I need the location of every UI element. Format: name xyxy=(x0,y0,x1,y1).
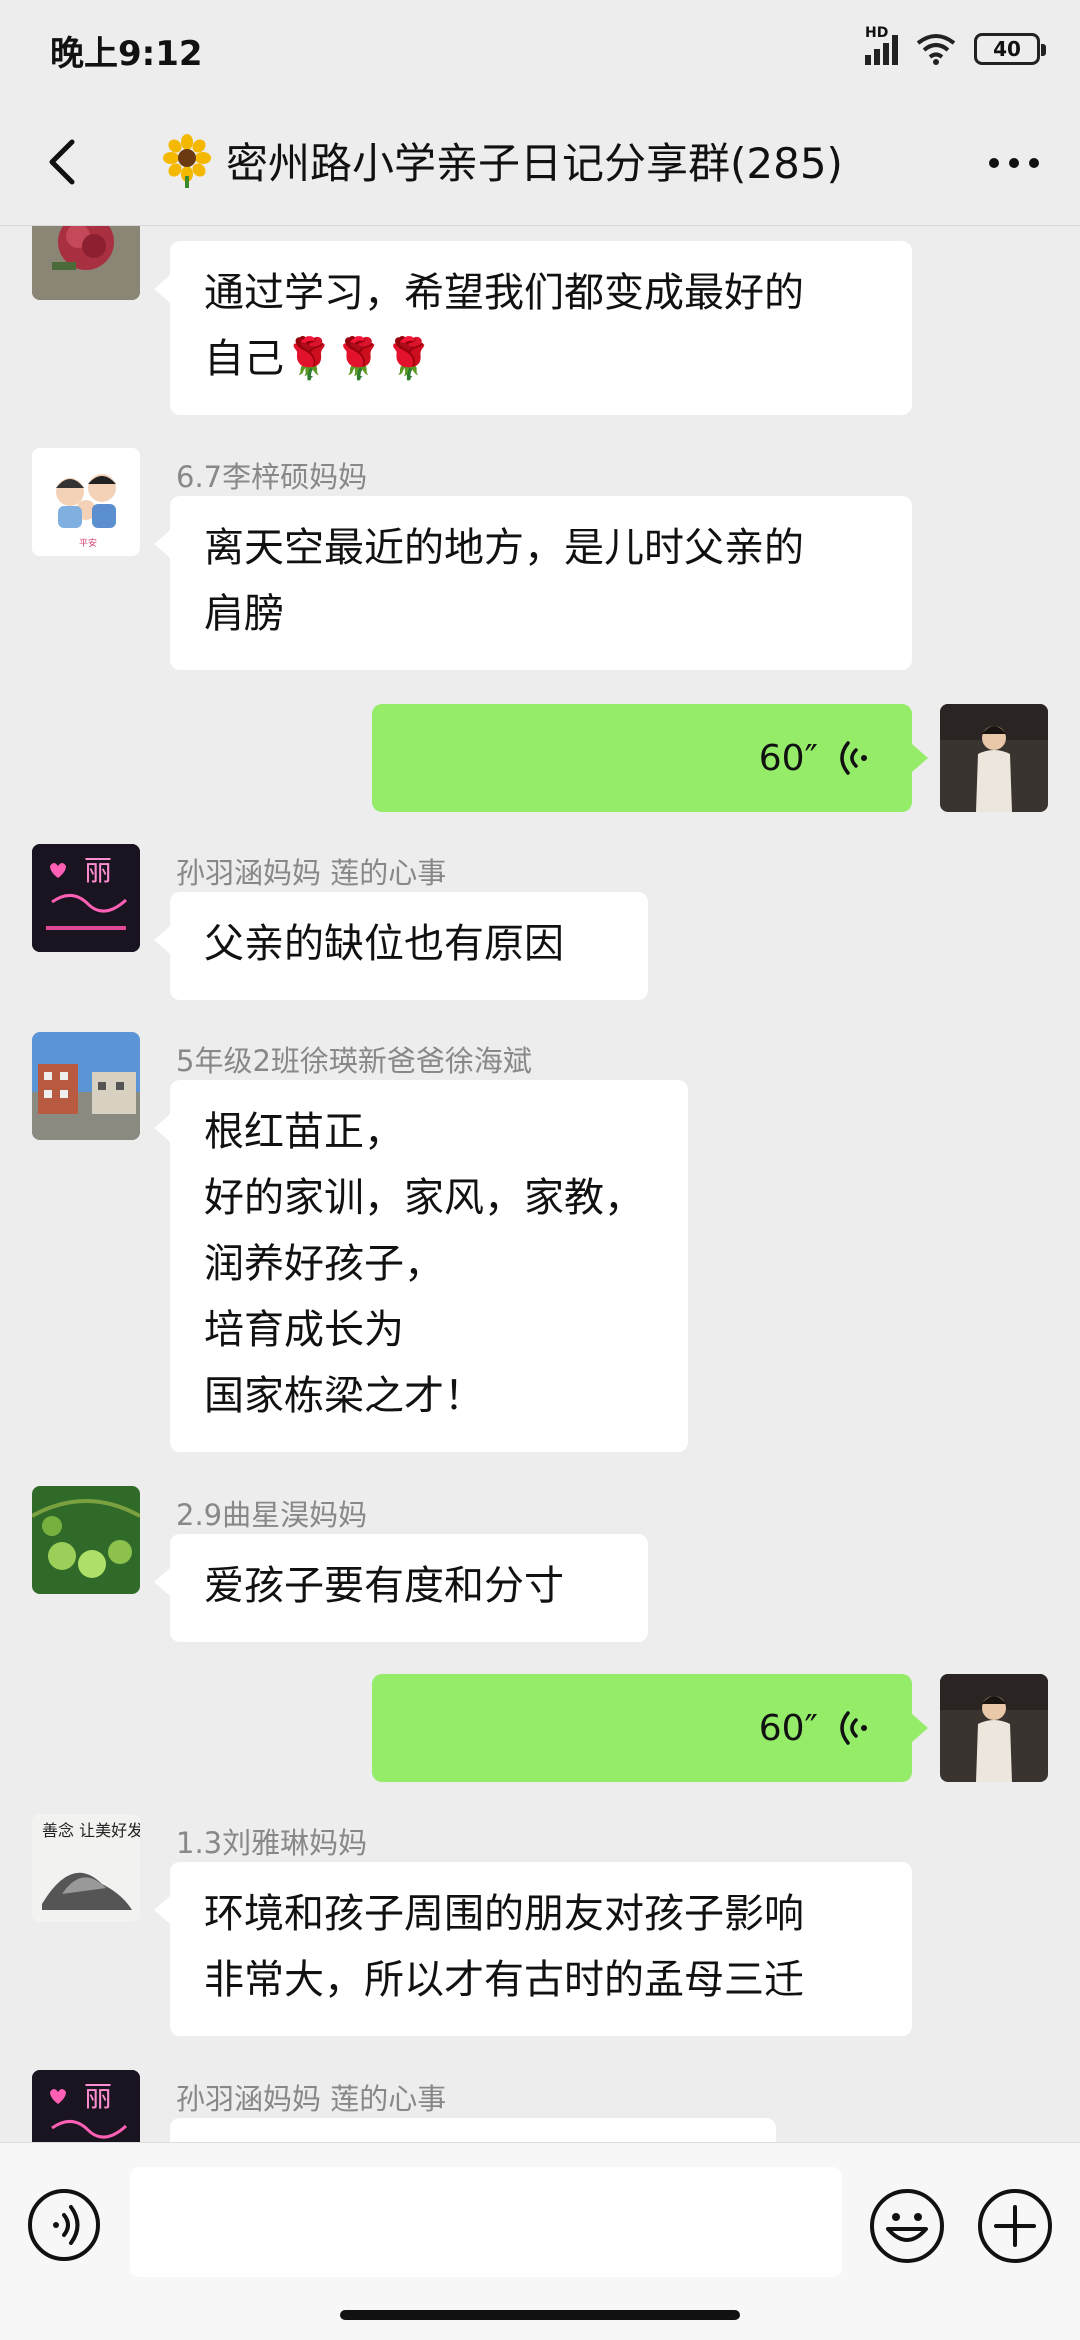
avatar-caption: 平安 xyxy=(79,537,97,549)
avatar[interactable] xyxy=(32,226,140,300)
message-bubble[interactable]: 环境和孩子周围的朋友对孩子影响 非常大，所以才有古时的孟母三迁 xyxy=(154,1862,912,2036)
home-indicator[interactable] xyxy=(340,2310,740,2320)
sunflower-icon xyxy=(163,133,211,188)
person-photo-icon xyxy=(940,704,1048,812)
avatar[interactable]: 平安 xyxy=(32,448,140,556)
status-icons: HD 40 xyxy=(865,25,1046,72)
network-type-label: HD xyxy=(865,25,889,41)
neon-sign-icon: 丽 xyxy=(32,844,140,952)
avatar[interactable]: 丽 xyxy=(32,2070,140,2142)
sender-name: 2.9曲星淏妈妈 xyxy=(176,1498,368,1532)
school-building-icon xyxy=(32,1032,140,1140)
more-icon[interactable] xyxy=(984,138,1044,188)
sender-name: 孙羽涵妈妈 莲的心事 xyxy=(176,2082,447,2116)
voice-wave-icon xyxy=(840,1711,867,1745)
voice-input-icon[interactable] xyxy=(26,2187,102,2263)
emoji-icon[interactable] xyxy=(868,2187,946,2265)
sender-name: 6.7李梓硕妈妈 xyxy=(176,460,368,494)
sender-name: 5年级2班徐瑛新爸爸徐海斌 xyxy=(176,1044,532,1078)
message-bubble[interactable]: 通过学习，希望我们都变成最好的 自己🌹🌹🌹 xyxy=(154,241,912,415)
avatar-caption: 丽 xyxy=(84,854,112,887)
status-time: 晚上9:12 xyxy=(50,34,203,74)
avatar[interactable]: 丽 xyxy=(32,844,140,952)
family-cartoon-icon: 平安 xyxy=(32,448,140,556)
neon-sign-icon: 丽 xyxy=(32,2070,140,2142)
message-bubble[interactable]: 根红苗正， 好的家训，家风，家教， 润养好孩子， 培育成长为 国家栋梁之才！ xyxy=(154,1080,688,1452)
avatar-caption: 丽 xyxy=(84,2080,112,2113)
back-icon[interactable] xyxy=(36,134,92,190)
avatar-caption: 善念 让美好发生 xyxy=(42,1821,140,1840)
voice-wave-icon xyxy=(840,741,867,775)
message-bubble[interactable]: 父亲的缺位也有原因 xyxy=(154,892,648,1000)
green-berries-icon xyxy=(32,1486,140,1594)
battery-icon: 40 xyxy=(974,33,1046,65)
chat-header: 密州路小学亲子日记分享群(285) xyxy=(0,100,1080,226)
voice-message[interactable]: 60″ xyxy=(372,704,928,812)
sender-name: 孙羽涵妈妈 莲的心事 xyxy=(176,856,447,890)
voice-message[interactable]: 60″ xyxy=(372,1674,928,1782)
sender-name: 1.3刘雅琳妈妈 xyxy=(176,1826,368,1860)
my-avatar[interactable] xyxy=(940,1674,1048,1782)
message-bubble[interactable]: 离天空最近的地方，是儿时父亲的 肩膀 xyxy=(154,496,912,670)
avatar[interactable] xyxy=(32,1486,140,1594)
message-input[interactable] xyxy=(130,2167,842,2277)
message-bubble[interactable]: 爱孩子要有度和分寸 xyxy=(154,1534,648,1642)
flower-photo-icon xyxy=(32,226,140,300)
chat-title: 密州路小学亲子日记分享群(285) xyxy=(226,139,843,188)
signal-icon: HD xyxy=(865,25,898,65)
ink-painting-icon: 善念 让美好发生 xyxy=(32,1814,140,1922)
wifi-icon xyxy=(916,34,956,65)
voice-duration: 60″ xyxy=(758,737,818,779)
my-avatar[interactable] xyxy=(940,704,1048,812)
avatar[interactable] xyxy=(32,1032,140,1140)
status-bar: 晚上9:12 HD 40 xyxy=(0,0,1080,100)
person-photo-icon xyxy=(940,1674,1048,1782)
page-title: 密州路小学亲子日记分享群(285) xyxy=(160,130,843,191)
message-bubble[interactable] xyxy=(170,2118,776,2142)
message-list[interactable]: 通过学习，希望我们都变成最好的 自己🌹🌹🌹 平安 6.7李梓硕妈妈 离天空最近的… xyxy=(0,226,1080,2142)
plus-icon[interactable] xyxy=(976,2187,1054,2265)
avatar[interactable]: 善念 让美好发生 xyxy=(32,1814,140,1922)
voice-duration: 60″ xyxy=(758,1707,818,1749)
